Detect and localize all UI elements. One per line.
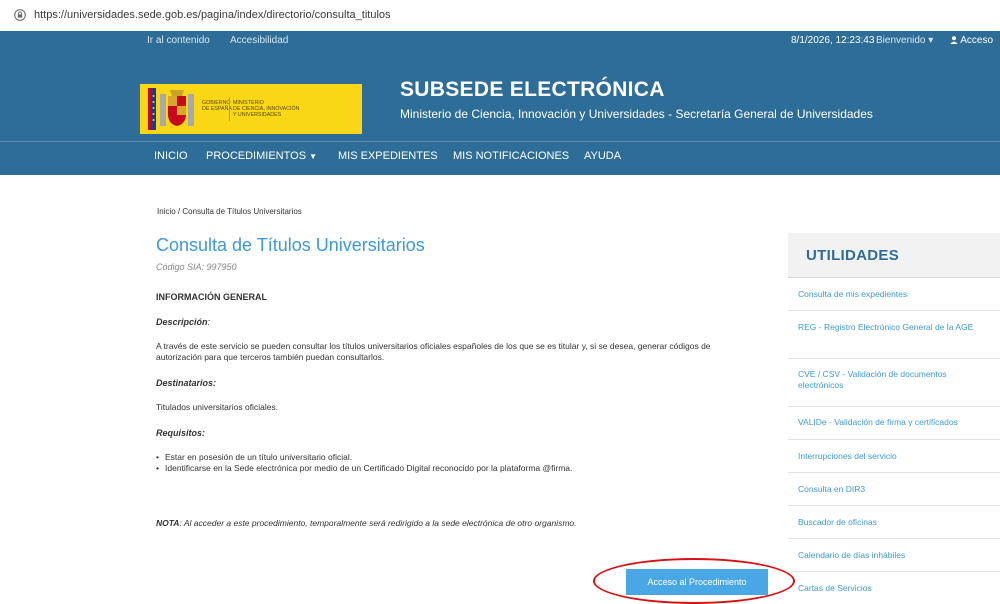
accessibility-link[interactable]: Accesibilidad bbox=[230, 35, 288, 46]
nav-mis-notificaciones[interactable]: MIS NOTIFICACIONES bbox=[453, 150, 569, 162]
login-link[interactable]: Acceso bbox=[950, 35, 993, 46]
nav-procedimientos[interactable]: PROCEDIMIENTOS ▼ bbox=[206, 150, 317, 162]
sidebar-item-reg[interactable]: REG - Registro Electrónico General de la… bbox=[788, 311, 1000, 359]
skip-to-content-link[interactable]: Ir al contenido bbox=[147, 35, 210, 46]
recipients-text: Titulados universitarios oficiales. bbox=[156, 402, 279, 412]
highlight-circle bbox=[593, 558, 795, 604]
sidebar-item-oficinas[interactable]: Buscador de oficinas bbox=[788, 506, 1000, 539]
recipients-heading: Destinatarios: bbox=[156, 378, 217, 388]
site-subtitle: Ministerio de Ciencia, Innovación y Univ… bbox=[400, 107, 873, 121]
note-text: : Al acceder a este procedimiento, tempo… bbox=[179, 518, 577, 528]
ministry-label: MINISTERIO DE CIENCIA, INNOVACIÓN Y UNIV… bbox=[233, 100, 300, 118]
description-text: A través de este servicio se pueden cons… bbox=[156, 341, 711, 362]
nav-procedimientos-label: PROCEDIMIENTOS bbox=[206, 150, 307, 162]
utilities-sidebar: UTILIDADES Consulta de mis expedientes R… bbox=[788, 233, 1000, 598]
nav-inicio[interactable]: INICIO bbox=[154, 150, 188, 162]
welcome-menu[interactable]: Bienvenido ▾ bbox=[876, 35, 933, 46]
sidebar-item-expedientes[interactable]: Consulta de mis expedientes bbox=[788, 278, 1000, 311]
nav-mis-expedientes[interactable]: MIS EXPEDIENTES bbox=[338, 150, 438, 162]
login-label: Acceso bbox=[960, 35, 994, 46]
sidebar-item-dir3[interactable]: Consulta en DIR3 bbox=[788, 473, 1000, 506]
sidebar-item-cartas[interactable]: Cartas de Servicios bbox=[788, 572, 1000, 598]
sidebar-item-cve-csv[interactable]: CVE / CSV - Validación de documentos ele… bbox=[788, 359, 1000, 407]
browser-address-bar[interactable]: https://universidades.sede.gob.es/pagina… bbox=[0, 0, 1000, 32]
url-text[interactable]: https://universidades.sede.gob.es/pagina… bbox=[34, 9, 391, 21]
note-label: NOTA bbox=[156, 518, 180, 528]
gov-label: GOBIERNO DE ESPAÑA bbox=[202, 100, 232, 112]
nav-ayuda[interactable]: AYUDA bbox=[584, 150, 621, 162]
coat-of-arms-icon bbox=[148, 88, 194, 130]
page-title: Consulta de Títulos Universitarios bbox=[156, 235, 425, 255]
site-brand: SUBSEDE ELECTRÓNICA Ministerio de Cienci… bbox=[400, 78, 873, 121]
description-heading: Descripción: bbox=[156, 317, 210, 327]
description-heading-label: Descripción bbox=[156, 317, 208, 327]
utilities-heading: UTILIDADES bbox=[806, 247, 899, 264]
sidebar-item-calendario[interactable]: Calendario de días inhábiles bbox=[788, 539, 1000, 572]
caret-down-icon: ▼ bbox=[309, 152, 318, 161]
redirect-note: NOTA: Al acceder a este procedimiento, t… bbox=[156, 518, 577, 528]
main-nav: INICIO PROCEDIMIENTOS ▼ MIS EXPEDIENTES … bbox=[0, 142, 1000, 175]
logo-divider bbox=[229, 97, 230, 121]
description-heading-colon: : bbox=[207, 317, 211, 327]
site-header: Ir al contenido Accesibilidad 8/1/2026, … bbox=[0, 31, 1000, 175]
top-utility-bar: Ir al contenido Accesibilidad 8/1/2026, … bbox=[0, 31, 1000, 49]
list-item: Identificarse en la Sede electrónica por… bbox=[156, 463, 572, 474]
sia-code: Código SIA: 997950 bbox=[156, 262, 237, 272]
list-item: Estar en posesión de un título universit… bbox=[156, 452, 572, 463]
datetime-display: 8/1/2026, 12:23:43 bbox=[791, 35, 875, 46]
breadcrumb[interactable]: Inicio / Consulta de Títulos Universitar… bbox=[157, 207, 302, 216]
government-logo[interactable]: GOBIERNO DE ESPAÑA MINISTERIO DE CIENCIA… bbox=[140, 84, 362, 134]
utilities-heading-box: UTILIDADES bbox=[788, 233, 1000, 278]
requirements-list: Estar en posesión de un título universit… bbox=[156, 452, 572, 474]
user-icon bbox=[950, 36, 958, 44]
general-info-heading: INFORMACIÓN GENERAL bbox=[156, 292, 267, 302]
sidebar-item-interrupciones[interactable]: Interrupciones del servicio bbox=[788, 440, 1000, 473]
sidebar-item-valide[interactable]: VALIDe - Validación de firma y certifica… bbox=[788, 407, 1000, 440]
site-title: SUBSEDE ELECTRÓNICA bbox=[400, 78, 665, 101]
requirements-heading: Requisitos: bbox=[156, 428, 206, 438]
site-info-icon[interactable] bbox=[14, 9, 26, 21]
